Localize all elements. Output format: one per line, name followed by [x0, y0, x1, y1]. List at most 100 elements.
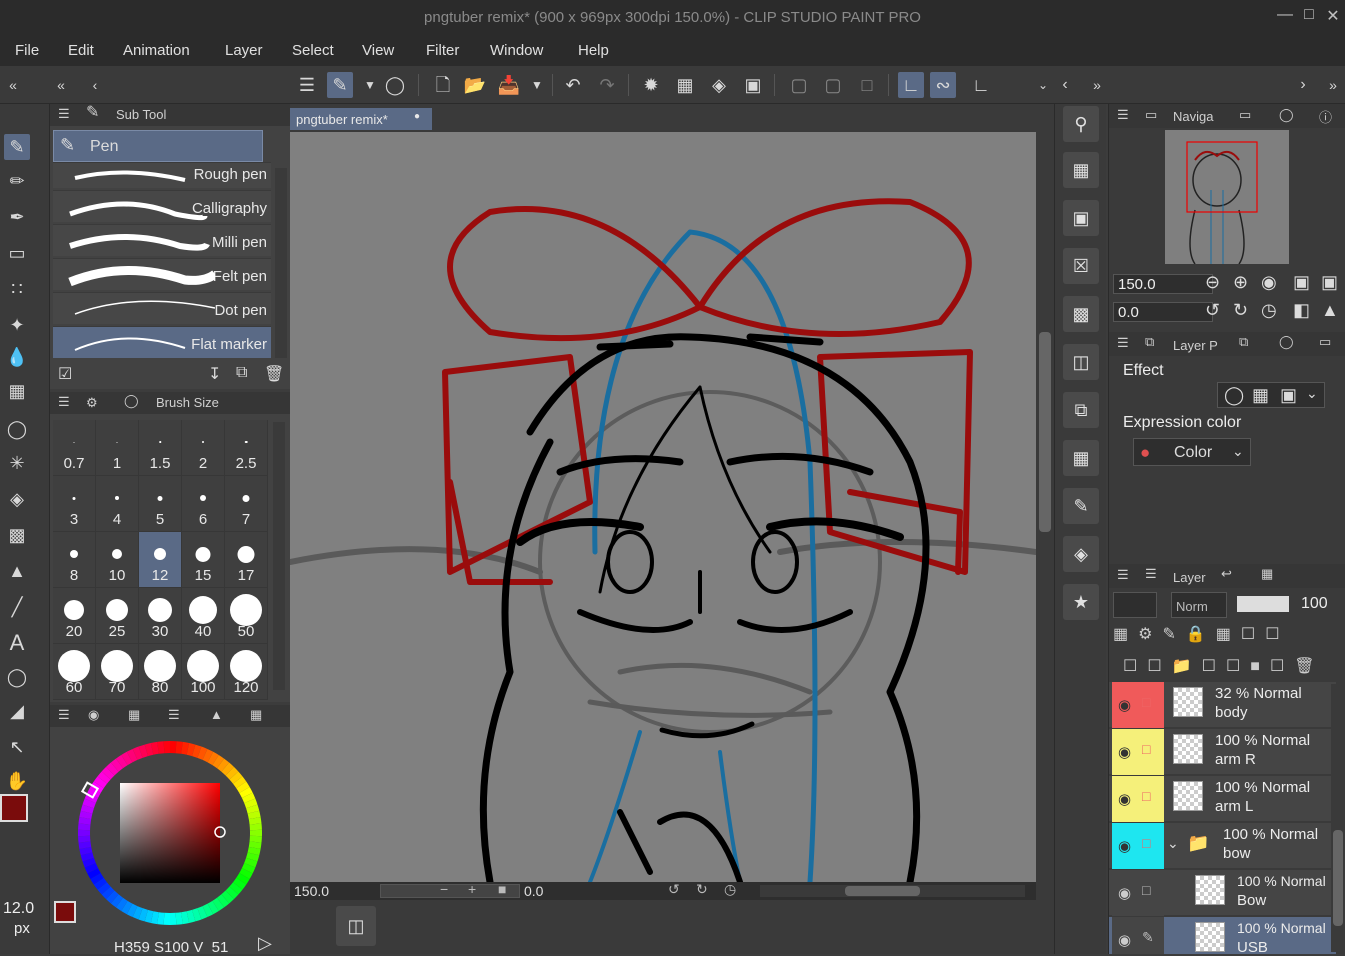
checkbox-icon[interactable]: □ — [1142, 741, 1150, 757]
edit-note-icon[interactable]: ✎ — [1063, 488, 1099, 524]
close-button[interactable]: ✕ — [1322, 6, 1344, 28]
loading-spinner-icon[interactable]: ✹ — [638, 72, 664, 98]
eye-icon[interactable]: ◉ — [1118, 696, 1131, 714]
subtool-group-pen[interactable]: ✎ Pen — [53, 130, 263, 162]
layer-row[interactable]: ◉□100 % NormalBow — [1109, 870, 1336, 916]
checkbox-icon[interactable]: □ — [1142, 882, 1150, 898]
hand-tool-icon[interactable]: ✋ — [4, 768, 30, 794]
layer-opacity-value[interactable]: 100 — [1301, 595, 1328, 613]
brush-size-cell[interactable]: 120 — [225, 644, 268, 700]
brush-size-cell[interactable]: 4 — [96, 476, 139, 532]
auto-action-tab-icon[interactable]: ▦ — [1261, 566, 1273, 582]
blend-tool-icon[interactable]: 💧 — [4, 344, 30, 370]
border-effect-icon[interactable]: ◯ — [1224, 385, 1244, 406]
decoration-tool-icon[interactable]: ✦ — [4, 312, 30, 338]
maximize-button[interactable]: □ — [1298, 6, 1320, 28]
collapse-right-icon[interactable]: » — [1084, 72, 1110, 98]
navigator-zoom-field[interactable]: 150.0 — [1113, 274, 1213, 294]
opacity-slider[interactable] — [1237, 596, 1289, 612]
operation-tool-icon[interactable]: ↖ — [4, 734, 30, 760]
sub-view-tab-icon[interactable]: ▭ — [1239, 107, 1251, 123]
layer-row[interactable]: ◉□⌄📁100 % Normalbow — [1109, 823, 1336, 869]
eyedropper-icon[interactable]: ▷ — [258, 933, 272, 954]
pen-pressure-icon[interactable]: ✎ — [327, 72, 353, 98]
zoom-out-icon[interactable]: − — [440, 881, 448, 897]
checkbox-icon[interactable]: □ — [1142, 788, 1150, 804]
color-set-tab-icon[interactable]: ▦ — [128, 707, 140, 723]
new-file-icon[interactable]: 🗋 — [430, 72, 456, 98]
3d-cube-icon[interactable]: ◈ — [1063, 536, 1099, 572]
chevron-down-icon[interactable]: ⌄ — [1167, 835, 1179, 852]
tone-effect-icon[interactable]: ▦ — [1252, 385, 1269, 406]
info-icon[interactable]: ⓘ — [1319, 107, 1332, 126]
layer-row[interactable]: ◉□100 % Normalarm R — [1109, 729, 1336, 775]
brush-size-cell[interactable]: 1 — [96, 420, 139, 476]
brush-size-cell[interactable]: 17 — [225, 532, 268, 588]
subtool-scrollbar[interactable] — [275, 168, 287, 358]
3d-object-icon[interactable]: ▲ — [4, 558, 30, 584]
menu-icon[interactable]: ☰ — [58, 106, 70, 122]
selection-marquee-icon[interactable]: ▦ — [672, 72, 698, 98]
pen-tool-icon[interactable]: ✎ — [4, 134, 30, 160]
tab-close-icon[interactable]: ● — [414, 111, 420, 122]
clear-selection-icon[interactable]: ▢ — [786, 72, 812, 98]
lasso-tool-icon[interactable]: ◯ — [4, 416, 30, 442]
calendar-icon[interactable]: ▦ — [1063, 152, 1099, 188]
brush-size-cell[interactable]: 8 — [53, 532, 96, 588]
color-wheel-tab-icon[interactable]: ◉ — [88, 707, 99, 723]
magic-wand-icon[interactable]: ✳ — [4, 450, 30, 476]
approximate-color-tab-icon[interactable]: ▦ — [250, 707, 262, 723]
snap-special-ruler-icon[interactable]: ∾ — [930, 72, 956, 98]
stabilization-icon[interactable]: ◯ — [382, 72, 408, 98]
brush-size-cell[interactable]: 0.7 — [53, 420, 96, 476]
eye-icon[interactable]: ◉ — [1118, 837, 1131, 855]
scroll-thumb[interactable] — [1333, 830, 1343, 926]
brush-size-cell[interactable]: 30 — [139, 588, 182, 644]
layer-toolbar-row1[interactable]: ▦⚙✎🔒▦☐☐ — [1113, 624, 1341, 644]
rotate-right-icon[interactable]: ↻ — [696, 881, 708, 898]
menu-icon[interactable]: ☰ — [58, 707, 70, 723]
material-icon[interactable]: ▣ — [1063, 200, 1099, 236]
transform-layer-icon[interactable]: ⧉ — [1063, 392, 1099, 428]
image-icon[interactable]: ▦ — [1063, 440, 1099, 476]
duplicate-icon[interactable]: ⧉ — [236, 364, 247, 382]
transform-icon[interactable]: ▣ — [740, 72, 766, 98]
frame-tool-icon[interactable]: ◢ — [4, 698, 30, 724]
brush-size-cell[interactable]: 60 — [53, 644, 96, 700]
snap-grid-icon[interactable]: ∟ — [968, 72, 994, 98]
menu-icon[interactable]: ☰ — [58, 394, 70, 410]
brush-size-cell[interactable]: 15 — [182, 532, 225, 588]
history-tab-icon[interactable]: ↩ — [1221, 566, 1232, 582]
eye-icon[interactable]: ◉ — [1118, 931, 1131, 949]
save-icon[interactable]: 📥 — [496, 72, 522, 98]
scroll-thumb[interactable] — [845, 886, 920, 896]
brush-size-cell[interactable]: 50 — [225, 588, 268, 644]
brush-tool-icon[interactable]: ✒ — [4, 204, 30, 230]
redo-icon[interactable]: ↷ — [594, 72, 620, 98]
menu-filter[interactable]: Filter — [426, 42, 459, 59]
layer-row[interactable]: ◉✎100 % NormalUSB — [1109, 917, 1336, 954]
eye-icon[interactable]: ◉ — [1118, 790, 1131, 808]
chevron-left-icon[interactable]: ‹ — [82, 72, 108, 98]
trash-icon[interactable]: 🗑 — [264, 364, 284, 384]
brush-size-cell[interactable]: 3 — [53, 476, 96, 532]
layer-settings-icon[interactable]: ◫ — [1063, 344, 1099, 380]
menu-icon[interactable]: ☰ — [1117, 335, 1129, 351]
zoom-in-icon[interactable]: + — [468, 881, 476, 897]
menu-view[interactable]: View — [362, 42, 394, 59]
chevron-right-icon[interactable]: › — [1290, 72, 1316, 98]
search-icon[interactable]: ⚲ — [1063, 106, 1099, 142]
crop-icon[interactable]: □ — [854, 72, 880, 98]
menu-icon[interactable]: ☰ — [1117, 567, 1129, 583]
brush-size-cell[interactable]: 80 — [139, 644, 182, 700]
figure-tool-icon[interactable]: ▦ — [4, 378, 30, 404]
menu-help[interactable]: Help — [578, 42, 609, 59]
mini-main-color[interactable] — [54, 901, 76, 923]
brush-size-cell[interactable]: 40 — [182, 588, 225, 644]
sliders-icon[interactable]: ⚙ — [86, 395, 98, 411]
pen-edit-icon[interactable]: ✎ — [1142, 929, 1154, 946]
canvas-zoom-value[interactable]: 150.0 — [294, 883, 329, 899]
menu-select[interactable]: Select — [292, 42, 334, 59]
line-tool-icon[interactable]: ╱ — [4, 594, 30, 620]
animation-tab-icon[interactable]: ▭ — [1319, 334, 1331, 350]
